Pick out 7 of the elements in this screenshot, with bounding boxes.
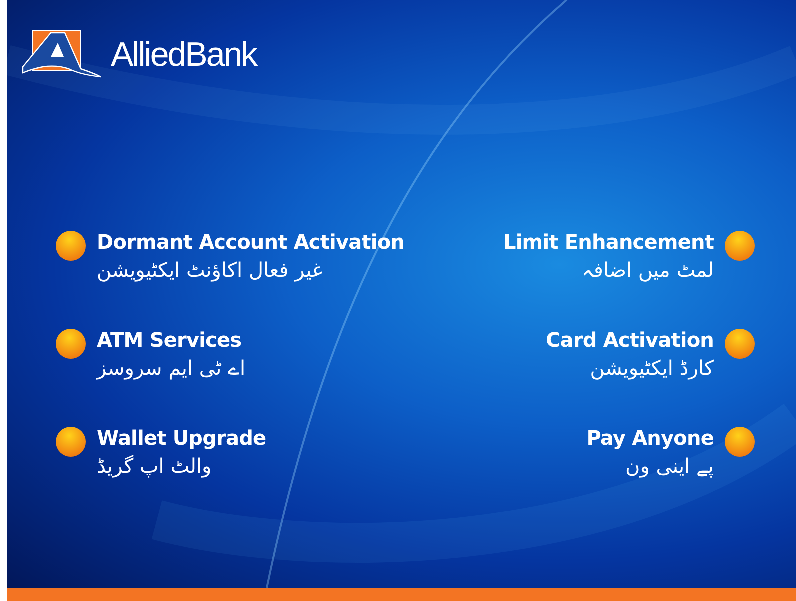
bullet-icon bbox=[55, 230, 87, 262]
bullet-icon bbox=[55, 426, 87, 458]
bullet-icon bbox=[724, 426, 756, 458]
bullet-icon bbox=[724, 328, 756, 360]
bank-logo-text: AlliedBank bbox=[111, 36, 257, 74]
bullet-icon bbox=[55, 328, 87, 360]
bullet-icon bbox=[724, 230, 756, 262]
